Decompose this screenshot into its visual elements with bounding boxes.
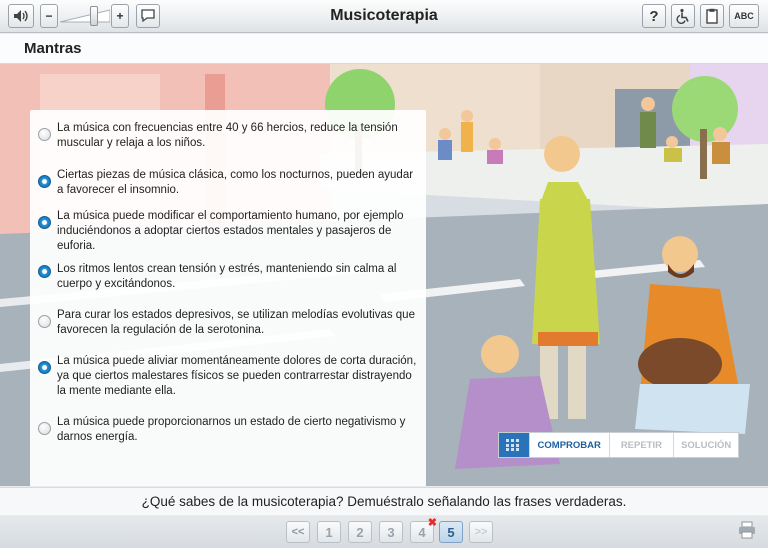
option-5-radio[interactable] — [38, 315, 51, 328]
notes-button[interactable] — [700, 4, 724, 28]
page-5-button[interactable]: 5 — [439, 521, 463, 543]
option-4-text: Los ritmos lentos crean tensión y estrés… — [57, 263, 397, 290]
option-6-radio[interactable] — [38, 361, 51, 374]
last-page-button[interactable]: >> — [469, 521, 493, 543]
page-3-button[interactable]: 3 — [379, 521, 403, 543]
speech-bubble-icon — [141, 9, 155, 23]
top-toolbar: − + Musicoterapia ? ABC — [0, 0, 768, 33]
option-7-text: La música puede proporcionarnos un estad… — [57, 416, 406, 443]
option-5-text: Para curar los estados depresivos, se ut… — [57, 309, 415, 336]
section-header: Mantras — [0, 34, 768, 64]
plus-label: + — [116, 9, 124, 23]
clipboard-icon — [706, 8, 718, 24]
solution-button[interactable]: SOLUCIÓN — [673, 433, 738, 457]
volume-up-button[interactable]: + — [111, 4, 129, 28]
minus-label: − — [45, 9, 53, 23]
page-4-button[interactable]: 4 ✖ — [410, 517, 437, 543]
first-page-button[interactable]: << — [286, 521, 310, 543]
option-1-text: La música con frecuencias entre 40 y 66 … — [57, 122, 398, 149]
page-1-button[interactable]: 1 — [317, 521, 341, 543]
volume-slider-handle[interactable] — [90, 6, 98, 26]
page-navigation: << 1 2 3 4 ✖ 5 >> — [0, 516, 768, 548]
accessibility-button[interactable] — [671, 4, 695, 28]
option-4-radio[interactable] — [38, 265, 51, 278]
option-6-text: La música puede aliviar momentáneamente … — [57, 355, 417, 397]
activity-instruction: ¿Qué sabes de la musicoterapia? Demuéstr… — [0, 487, 768, 515]
help-label: ? — [649, 7, 659, 25]
option-2-radio[interactable] — [38, 175, 51, 188]
subtitles-button[interactable] — [136, 4, 160, 28]
printer-icon[interactable] — [737, 520, 757, 540]
action-bar: COMPROBAR REPETIR SOLUCIÓN — [498, 432, 739, 458]
option-2-text: Ciertas piezas de música clásica, como l… — [57, 169, 414, 196]
page-2-button[interactable]: 2 — [348, 521, 372, 543]
abc-label: ABC — [734, 11, 754, 21]
activity-stage: Mantras La música con frecuencias entre … — [0, 34, 768, 486]
wheelchair-icon — [676, 8, 689, 24]
option-1-radio[interactable] — [38, 128, 51, 141]
volume-button[interactable] — [8, 4, 34, 28]
wrong-mark-icon: ✖ — [427, 517, 437, 529]
abc-button[interactable]: ABC — [729, 4, 759, 28]
speaker-icon — [14, 10, 28, 22]
volume-slider-track[interactable] — [60, 8, 110, 24]
repeat-button[interactable]: REPETIR — [608, 433, 674, 457]
volume-down-button[interactable]: − — [40, 4, 58, 28]
section-title: Mantras — [24, 40, 82, 57]
option-3-text: La música puede modificar el comportamie… — [57, 210, 404, 252]
page-4-label: 4 — [418, 524, 426, 540]
option-7-radio[interactable] — [38, 422, 51, 435]
keypad-icon[interactable] — [499, 433, 529, 457]
check-button[interactable]: COMPROBAR — [528, 433, 609, 457]
statements-panel: La música con frecuencias entre 40 y 66 … — [30, 110, 426, 486]
help-button[interactable]: ? — [642, 4, 666, 28]
option-3-radio[interactable] — [38, 216, 51, 229]
